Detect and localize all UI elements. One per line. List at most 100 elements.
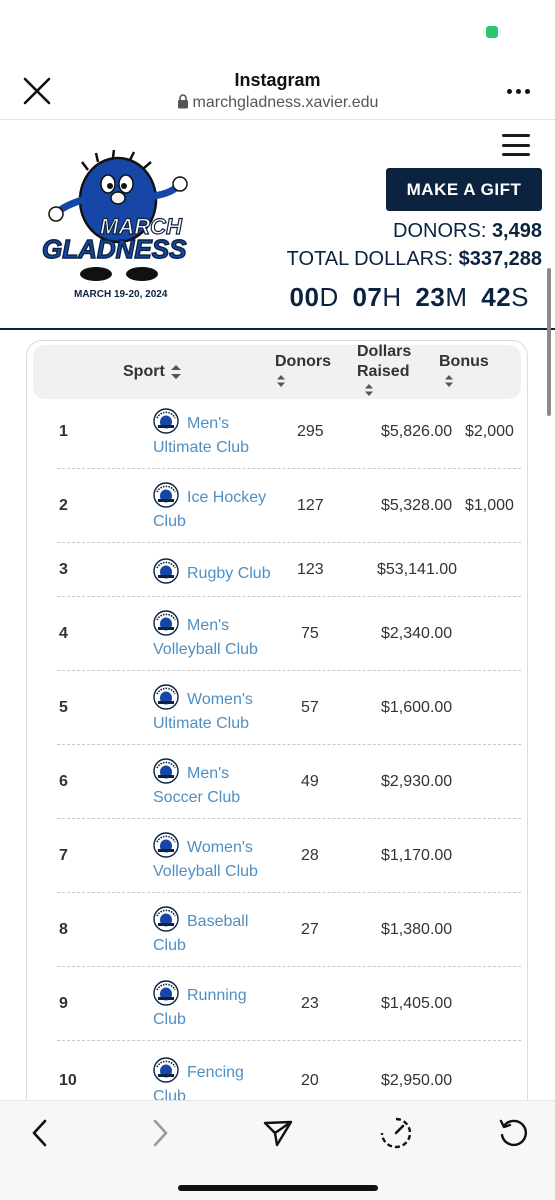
table-row: 6 Men's Soccer Club 49 $2,930.00 xyxy=(57,745,521,819)
team-link[interactable]: Men's Soccer Club xyxy=(153,758,289,810)
rank-cell: 9 xyxy=(59,995,68,1012)
march-gladness-logo[interactable]: MARCH GLADNESS MARCH 19-20, 2024 xyxy=(38,150,208,300)
rank-cell: 5 xyxy=(59,699,68,716)
rank-cell: 4 xyxy=(59,625,68,642)
forward-icon xyxy=(153,1119,168,1147)
dollars-cell: $5,328.00 xyxy=(381,497,453,514)
rank-cell: 3 xyxy=(59,561,68,578)
team-name-line2: Ultimate Club xyxy=(153,439,250,456)
team-link[interactable]: Men's Volleyball Club xyxy=(153,610,289,662)
team-link[interactable]: Women's Volleyball Club xyxy=(153,832,289,884)
logo-gladness-text: GLADNESS xyxy=(42,234,187,264)
team-badge-icon xyxy=(153,1057,179,1083)
bonus-column-header[interactable]: Bonus xyxy=(439,353,489,393)
menu-icon xyxy=(502,134,530,137)
donors-cell: 57 xyxy=(301,699,319,716)
team-name-line1: Women's xyxy=(187,691,253,708)
more-icon xyxy=(506,88,512,94)
browser-title: Instagram xyxy=(234,70,321,90)
donors-cell: 49 xyxy=(301,773,319,790)
dollars-raised-column-header[interactable]: Dollars Raised xyxy=(357,343,411,402)
team-link[interactable]: Baseball Club xyxy=(153,906,289,958)
team-link[interactable]: Rugby Club xyxy=(153,558,289,586)
menu-button[interactable] xyxy=(502,134,530,156)
team-name-line2: Ultimate Club xyxy=(153,715,250,732)
site-header: MARCH GLADNESS MARCH 19-20, 2024 MAKE A … xyxy=(0,120,555,330)
countdown-hours: 07 xyxy=(352,282,383,312)
dollars-cell: $5,826.00 xyxy=(381,423,453,440)
share-button[interactable] xyxy=(258,1115,298,1151)
countdown-timer: 00D 07H 23M 42S xyxy=(289,282,529,312)
in-app-browser-header: Instagram marchgladness.xavier.edu xyxy=(0,60,555,120)
forward-button[interactable] xyxy=(140,1115,180,1151)
rank-cell: 1 xyxy=(59,423,68,440)
logo-dates-text: MARCH 19-20, 2024 xyxy=(74,289,168,300)
leaderboard-table: Sport Donors Dollars Raised Bonus 1 Men's… xyxy=(26,340,528,1120)
team-name-line1: Rugby Club xyxy=(187,565,271,582)
team-badge-icon xyxy=(153,684,179,710)
table-row: 4 Men's Volleyball Club 75 $2,340.00 xyxy=(57,597,521,671)
team-badge-icon xyxy=(153,610,179,636)
table-header-row: Sport Donors Dollars Raised Bonus xyxy=(33,343,521,402)
donors-total: DONORS: 3,498 xyxy=(393,220,542,243)
countdown-days: 00 xyxy=(289,282,320,312)
more-options-button[interactable] xyxy=(500,74,536,108)
team-name-line1: Ice Hockey xyxy=(187,489,267,506)
home-indicator xyxy=(178,1185,378,1191)
team-name-line2: Soccer Club xyxy=(153,789,241,806)
total-dollars-label: TOTAL DOLLARS: xyxy=(286,248,454,270)
dollars-cell: $1,170.00 xyxy=(381,847,453,864)
dollars-cell: $53,141.00 xyxy=(377,561,458,578)
team-name-line1: Men's xyxy=(187,415,230,432)
total-dollars-value: $337,288 xyxy=(458,248,542,270)
team-name-line2: Club xyxy=(153,513,186,530)
donors-cell: 27 xyxy=(301,921,319,938)
donors-cell: 75 xyxy=(301,625,319,642)
table-row: 1 Men's Ultimate Club 295 $5,826.00 $2,000 xyxy=(57,395,521,469)
dollars-cell: $1,600.00 xyxy=(381,699,453,716)
browser-toolbar xyxy=(0,1100,555,1200)
dollars-cell: $2,950.00 xyxy=(381,1072,453,1089)
team-name-line2: Club xyxy=(153,1011,186,1028)
rank-cell: 2 xyxy=(59,497,68,514)
countdown-seconds: 42 xyxy=(481,282,512,312)
team-name-line1: Running xyxy=(187,987,247,1004)
table-row: 8 Baseball Club 27 $1,380.00 xyxy=(57,893,521,967)
url-text: marchgladness.xavier.edu xyxy=(192,94,379,111)
team-badge-icon xyxy=(153,906,179,932)
donors-cell: 20 xyxy=(301,1072,319,1089)
rank-cell: 10 xyxy=(59,1072,77,1089)
rank-cell: 7 xyxy=(59,847,68,864)
back-button[interactable] xyxy=(20,1115,60,1151)
team-badge-icon xyxy=(153,980,179,1006)
team-badge-icon xyxy=(153,558,179,584)
countdown-minutes: 23 xyxy=(415,282,446,312)
browser-url[interactable]: marchgladness.xavier.edu xyxy=(0,94,555,112)
donors-column-header[interactable]: Donors xyxy=(275,353,331,393)
speed-button[interactable] xyxy=(376,1115,416,1151)
make-a-gift-button[interactable]: MAKE A GIFT xyxy=(386,168,542,211)
page-scrollbar[interactable] xyxy=(547,268,551,416)
donors-label: DONORS: xyxy=(393,220,487,242)
camera-indicator-icon xyxy=(486,26,498,38)
team-name-line1: Men's xyxy=(187,617,230,634)
rank-cell: 6 xyxy=(59,773,68,790)
speed-icon xyxy=(380,1117,412,1149)
sort-icon xyxy=(445,375,453,387)
donors-cell: 127 xyxy=(297,497,324,514)
status-bar xyxy=(0,0,555,60)
sport-column-header[interactable]: Sport xyxy=(123,363,183,381)
donors-value: 3,498 xyxy=(491,220,542,242)
team-link[interactable]: Men's Ultimate Club xyxy=(153,408,289,460)
team-link[interactable]: Ice Hockey Club xyxy=(153,482,289,534)
team-badge-icon xyxy=(153,832,179,858)
team-link[interactable]: Running Club xyxy=(153,980,289,1032)
donors-cell: 28 xyxy=(301,847,319,864)
table-row: 3 Rugby Club 123 $53,141.00 xyxy=(57,543,521,597)
dollars-cell: $1,405.00 xyxy=(381,995,453,1012)
share-icon xyxy=(263,1120,293,1147)
reload-button[interactable] xyxy=(493,1115,533,1151)
donors-cell: 123 xyxy=(297,561,324,578)
team-link[interactable]: Women's Ultimate Club xyxy=(153,684,289,736)
team-badge-icon xyxy=(153,408,179,434)
